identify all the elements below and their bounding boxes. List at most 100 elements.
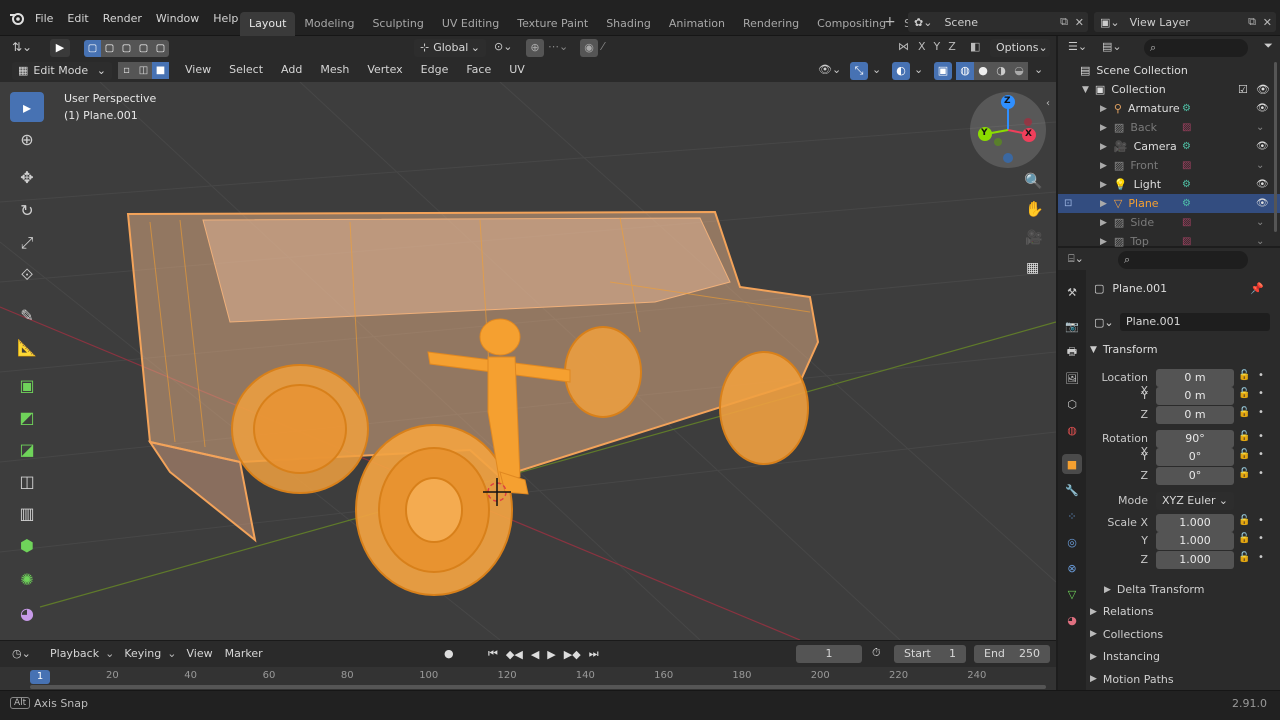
play-icon[interactable]: ▶ — [543, 648, 559, 661]
select-intersect-icon[interactable]: ▢ — [152, 39, 169, 57]
expand-arrow-icon[interactable]: ▶ — [1100, 123, 1107, 133]
tab-animation[interactable]: Animation — [660, 12, 734, 36]
location-x-field[interactable]: 0 m — [1156, 369, 1234, 387]
gizmo-dropdown-icon[interactable]: ⌄ — [872, 63, 881, 76]
outliner-item-back[interactable]: ▶ ▨ Back ▨ ⌄ — [1058, 118, 1280, 137]
display-mode-icon[interactable]: ▤⌄ — [1102, 40, 1122, 53]
blender-logo-icon[interactable] — [9, 10, 25, 26]
zoom-icon[interactable]: 🔍 — [1024, 172, 1043, 190]
viewport-menu-view[interactable]: View — [176, 63, 220, 76]
solid-shading-icon[interactable]: ● — [974, 62, 992, 80]
section-relations[interactable]: ▶ Relations — [1090, 605, 1153, 618]
lock-icon[interactable]: 🔓 — [1238, 533, 1250, 544]
visibility-icon[interactable]: ⌄ — [1256, 217, 1264, 228]
data-tab-icon[interactable]: ▽ — [1062, 584, 1082, 604]
edge-select-icon[interactable]: ◫ — [135, 62, 152, 79]
outliner-item-armature[interactable]: ▶ ⚲ Armature ⚙ 👁 — [1058, 99, 1280, 118]
side-panel-toggle-icon[interactable]: ‹ — [1046, 98, 1050, 109]
visibility-icon[interactable]: ⌄ — [1256, 122, 1264, 133]
outliner-item-light[interactable]: ▶ 💡 Light ⚙ 👁 — [1058, 175, 1280, 194]
filter-icon[interactable]: ⏷ — [1264, 39, 1273, 53]
delete-view-layer-icon[interactable]: ✕ — [1263, 16, 1272, 29]
viewport-menu-uv[interactable]: UV — [500, 63, 534, 76]
outliner-scrollbar[interactable] — [1274, 62, 1277, 232]
camera-view-icon[interactable]: 🎥 — [1025, 230, 1042, 246]
section-collections[interactable]: ▶ Collections — [1090, 628, 1163, 641]
expand-arrow-icon[interactable]: ▶ — [1100, 180, 1107, 190]
tab-modeling[interactable]: Modeling — [295, 12, 363, 36]
physics-tab-icon[interactable]: ◎ — [1062, 532, 1082, 552]
keyframe-dot-icon[interactable]: • — [1258, 370, 1264, 381]
properties-editor-icon[interactable]: ⌸⌄ — [1068, 252, 1084, 266]
select-invert-icon[interactable]: ▢ — [135, 39, 152, 57]
object-name-field[interactable]: Plane.001 — [1120, 313, 1270, 331]
menu-render[interactable]: Render — [96, 12, 149, 25]
auto-merge-icon[interactable]: ◧ — [970, 40, 980, 53]
constraints-tab-icon[interactable]: ⊗ — [1062, 558, 1082, 578]
inset-tool-icon[interactable]: ◪ — [10, 434, 44, 464]
tab-compositing[interactable]: Compositing — [808, 12, 895, 36]
extrude-tool-icon[interactable]: ◩ — [10, 402, 44, 432]
timeline-menu-playback[interactable]: Playback — [44, 647, 105, 660]
rotation-x-field[interactable]: 90° — [1156, 430, 1234, 448]
scene-tab-icon[interactable]: ⬡ — [1062, 394, 1082, 414]
viewport-menu-vertex[interactable]: Vertex — [358, 63, 411, 76]
tab-layout[interactable]: Layout — [240, 12, 296, 36]
mirror-icon[interactable]: ⋈ — [898, 40, 909, 53]
visibility-icon[interactable]: 👁 — [1256, 198, 1269, 209]
tab-texture-paint[interactable]: Texture Paint — [508, 12, 597, 36]
jump-start-icon[interactable]: ⏮ — [484, 647, 502, 661]
visibility-icon[interactable]: 👁 — [1256, 179, 1269, 190]
bevel-tool-icon[interactable]: ◫ — [10, 466, 44, 496]
wireframe-shading-icon[interactable]: ◍ — [956, 62, 974, 80]
location-z-field[interactable]: 0 m — [1156, 406, 1234, 424]
loop-cut-tool-icon[interactable]: ▥ — [10, 498, 44, 528]
cursor-tool-icon[interactable]: ⊕ — [10, 124, 44, 154]
scale-x-field[interactable]: 1.000 — [1156, 514, 1234, 532]
tab-sculpting[interactable]: Sculpting — [363, 12, 432, 36]
material-tab-icon[interactable]: ◕ — [1062, 610, 1082, 630]
transform-orientation-dropdown[interactable]: ⊹ Global ⌄ — [414, 39, 486, 57]
keyframe-dot-icon[interactable]: • — [1258, 407, 1264, 418]
scene-selector[interactable]: ✿⌄ Scene ⧉ ✕ — [908, 12, 1088, 32]
menu-window[interactable]: Window — [149, 12, 206, 25]
tab-rendering[interactable]: Rendering — [734, 12, 808, 36]
section-instancing[interactable]: ▶ Instancing — [1090, 650, 1160, 663]
scale-tool-icon[interactable]: ⤢ — [10, 228, 44, 258]
select-subtract-icon[interactable]: ▢ — [118, 39, 135, 57]
timeline-menu-marker[interactable]: Marker — [219, 647, 269, 660]
lock-icon[interactable]: 🔓 — [1238, 407, 1250, 418]
timeline-editor-icon[interactable]: ◷⌄ — [12, 647, 31, 660]
select-tool-icon[interactable]: ▶ — [50, 39, 70, 57]
render-tab-icon[interactable]: 📷 — [1062, 316, 1082, 336]
gizmo-toggle-icon[interactable]: ⤡ — [850, 62, 868, 80]
snap-toggle-icon[interactable]: ⊕ — [526, 39, 544, 57]
menu-edit[interactable]: Edit — [60, 12, 95, 25]
play-reverse-icon[interactable]: ◀ — [527, 648, 543, 661]
add-cube-tool-icon[interactable]: ▣ — [10, 370, 44, 400]
viewport-menu-select[interactable]: Select — [220, 63, 272, 76]
pivot-point-icon[interactable]: ⊙⌄ — [494, 40, 512, 53]
navigation-gizmo[interactable]: Z X Y — [970, 92, 1046, 168]
outliner-item-side[interactable]: ▶ ▨ Side ▨ ⌄ — [1058, 213, 1280, 232]
keyframe-dot-icon[interactable]: • — [1258, 449, 1264, 460]
overlays-toggle-icon[interactable]: ◐ — [892, 62, 910, 80]
visibility-icon[interactable]: ⌄ — [1256, 236, 1264, 247]
object-type-dropdown-icon[interactable]: ▢⌄ — [1094, 316, 1114, 329]
viewport-menu-add[interactable]: Add — [272, 63, 311, 76]
expand-arrow-icon[interactable]: ▶ — [1100, 218, 1107, 228]
output-tab-icon[interactable]: 🖶 — [1062, 342, 1082, 362]
jump-keyframe-back-icon[interactable]: ◆◀ — [502, 648, 527, 661]
scale-z-field[interactable]: 1.000 — [1156, 551, 1234, 569]
lock-icon[interactable]: 🔓 — [1238, 388, 1250, 399]
rotation-z-field[interactable]: 0° — [1156, 467, 1234, 485]
smooth-tool-icon[interactable]: ◕ — [10, 598, 44, 628]
expand-arrow-icon[interactable]: ▶ — [1100, 142, 1107, 152]
mirror-z-toggle[interactable]: Z — [944, 40, 960, 53]
pan-hand-icon[interactable]: ✋ — [1025, 200, 1044, 218]
move-tool-icon[interactable]: ✥ — [10, 162, 44, 192]
mirror-x-toggle[interactable]: X — [914, 40, 930, 53]
delete-scene-icon[interactable]: ✕ — [1075, 16, 1084, 29]
proportional-edit-icon[interactable]: ◉ — [580, 39, 598, 57]
preview-range-icon[interactable]: ⏱ — [872, 646, 881, 660]
